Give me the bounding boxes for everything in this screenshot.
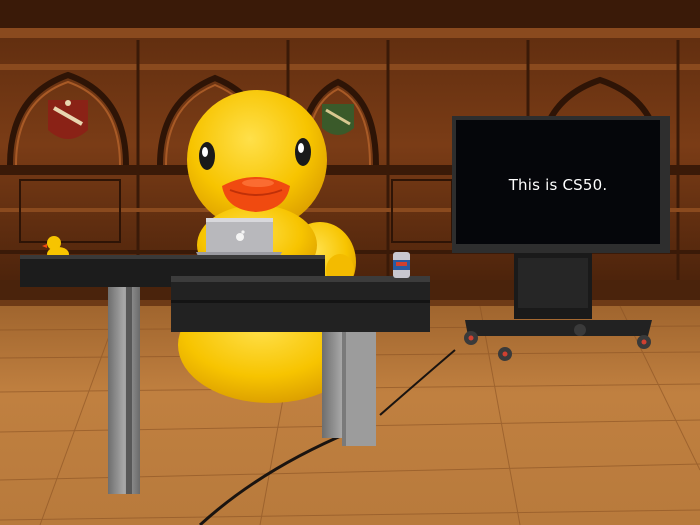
desk-top-lower (171, 276, 430, 332)
ceiling-molding (0, 28, 700, 38)
duck-right-eye (295, 138, 311, 166)
scene-svg (0, 0, 700, 525)
desk-leg-left (108, 286, 140, 494)
duck-left-eye (199, 142, 215, 170)
presentation-monitor (452, 116, 670, 361)
ceiling-molding-lower (0, 64, 700, 70)
monitor-stand-base (465, 320, 652, 336)
crest-left (48, 100, 88, 139)
caster-wheel (574, 324, 586, 336)
ceiling-beam (0, 0, 700, 28)
photo-scene: This is CS50. (0, 0, 700, 525)
drink-can (393, 252, 410, 278)
crest-right (322, 104, 354, 135)
monitor-screen-text: This is CS50. (508, 176, 608, 194)
